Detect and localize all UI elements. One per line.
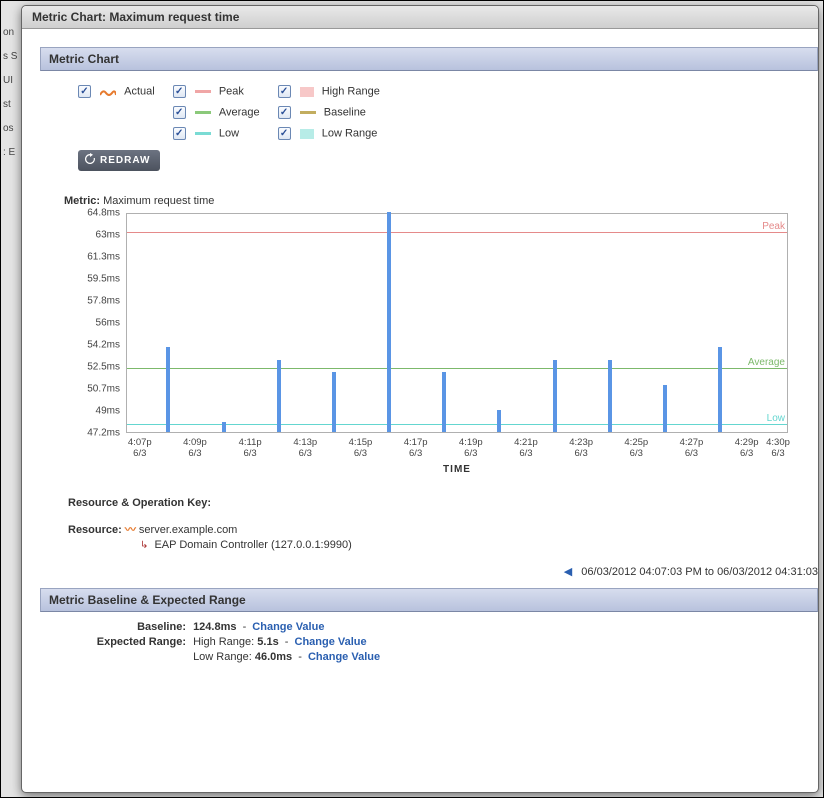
bar (277, 360, 281, 433)
prev-range-icon[interactable]: ◀ (564, 565, 572, 578)
legend-area: ✓ Actual ✓ Peak ✓ High Range (40, 71, 818, 177)
bar (608, 360, 612, 433)
metric-title: Metric: Maximum request time (64, 195, 818, 207)
bar (663, 385, 667, 433)
chart-block: Metric: Maximum request time 64.8ms63ms6… (64, 195, 818, 475)
resource-key-title: Resource & Operation Key: (68, 497, 818, 509)
baseline-body: Baseline: 124.8ms - Change Value Expecte… (40, 612, 818, 672)
squiggle-icon (100, 88, 116, 96)
high-range-label: High Range: (193, 636, 254, 648)
change-high-range-link[interactable]: Change Value (295, 636, 367, 648)
resource-prefix: Resource: (68, 524, 122, 536)
checkbox-high-range[interactable]: ✓ (278, 85, 291, 98)
resource-name: server.example.com (139, 524, 237, 536)
x-axis: TIME 4:07p6/34:09p6/34:11p6/34:13p6/34:1… (126, 435, 788, 475)
time-range-bar: ◀ 06/03/2012 04:07:03 PM to 06/03/2012 0… (40, 565, 818, 578)
timerange-sep: to (705, 566, 717, 578)
subresource-name: EAP Domain Controller (127.0.0.1:9990) (154, 539, 351, 551)
bar (387, 212, 391, 432)
checkbox-average[interactable]: ✓ (173, 106, 186, 119)
bar (166, 347, 170, 432)
box-swatch-icon (300, 87, 314, 97)
redraw-label: REDRAW (100, 155, 150, 166)
legend-label: Baseline (324, 107, 366, 119)
baseline-value: 124.8ms (193, 621, 236, 633)
checkbox-low-range[interactable]: ✓ (278, 127, 291, 140)
low-range-label: Low Range: (193, 651, 252, 663)
bar (553, 360, 557, 433)
expected-range-label: Expected Range: (50, 636, 186, 648)
baseline-label: Baseline: (50, 621, 186, 633)
line-swatch-icon (195, 132, 211, 135)
legend-label: Actual (124, 86, 155, 98)
checkbox-low[interactable]: ✓ (173, 127, 186, 140)
change-low-range-link[interactable]: Change Value (308, 651, 380, 663)
checkbox-peak[interactable]: ✓ (173, 85, 186, 98)
metric-chart-window: Metric Chart: Maximum request time Metri… (21, 5, 819, 793)
low-range-value: 46.0ms (255, 651, 292, 663)
section-metric-chart-header: Metric Chart (40, 47, 818, 71)
plot-area: PeakAverageLow (126, 213, 788, 433)
box-swatch-icon (300, 129, 314, 139)
x-axis-title: TIME (443, 464, 471, 475)
line-swatch-icon (195, 111, 211, 114)
legend-label: Low (219, 128, 239, 140)
redraw-button[interactable]: REDRAW (78, 150, 160, 171)
y-axis: 64.8ms63ms61.3ms59.5ms57.8ms56ms54.2ms52… (64, 213, 124, 453)
timerange-to: 06/03/2012 04:31:03 (717, 566, 818, 578)
line-swatch-icon (195, 90, 211, 93)
legend-label: Peak (219, 86, 244, 98)
bar (442, 372, 446, 432)
tree-arrow-icon: ↳ (140, 540, 148, 551)
legend-label: Average (219, 107, 260, 119)
bar (497, 410, 501, 433)
window-title: Metric Chart: Maximum request time (22, 6, 818, 29)
background-fragments: ons SUIstos: E (3, 21, 17, 165)
bar (718, 347, 722, 432)
timerange-from: 06/03/2012 04:07:03 PM (581, 566, 701, 578)
bar (332, 372, 336, 432)
metric-title-value: Maximum request time (103, 195, 214, 207)
squiggle-icon: 〰 (125, 524, 136, 536)
bar-chart: 64.8ms63ms61.3ms59.5ms57.8ms56ms54.2ms52… (64, 213, 788, 475)
checkbox-actual[interactable]: ✓ (78, 85, 91, 98)
change-baseline-link[interactable]: Change Value (252, 621, 324, 633)
resource-key: Resource & Operation Key: Resource: 〰 se… (68, 497, 818, 551)
high-range-value: 5.1s (257, 636, 278, 648)
checkbox-baseline[interactable]: ✓ (278, 106, 291, 119)
refresh-icon (84, 153, 96, 168)
legend-label: High Range (322, 86, 380, 98)
legend-label: Low Range (322, 128, 378, 140)
metric-title-prefix: Metric: (64, 195, 100, 207)
line-swatch-icon (300, 111, 316, 114)
bar (222, 422, 226, 432)
section-baseline-header: Metric Baseline & Expected Range (40, 588, 818, 612)
